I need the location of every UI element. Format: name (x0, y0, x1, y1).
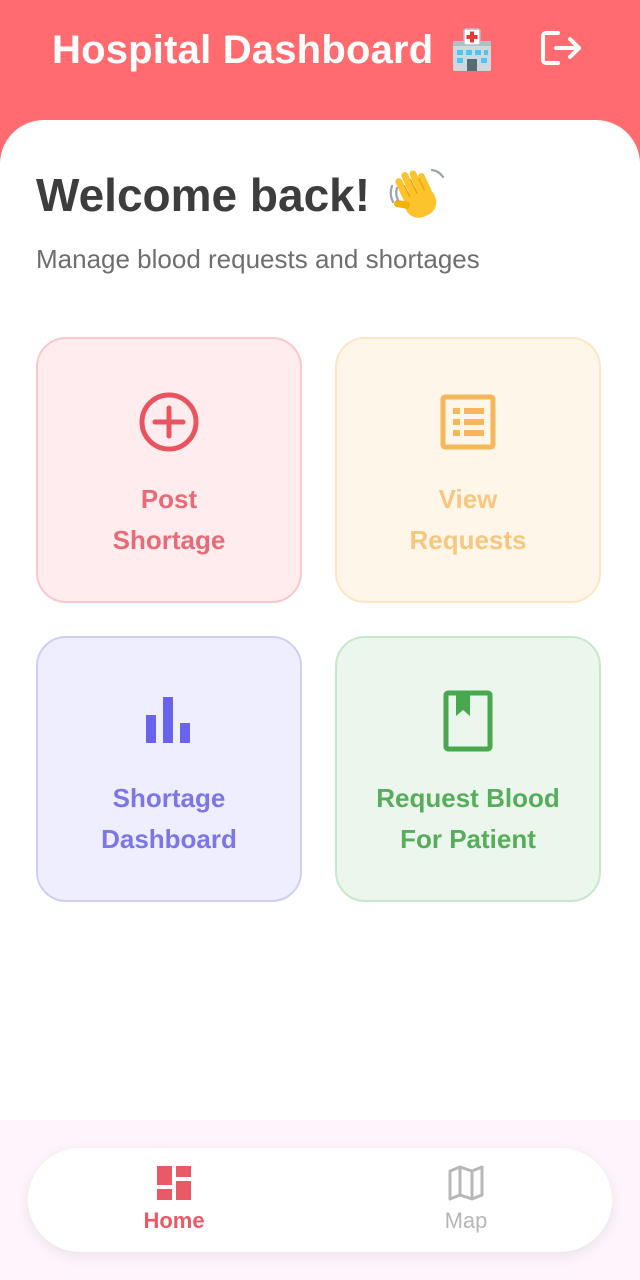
welcome-subtitle: Manage blood requests and shortages (36, 244, 480, 274)
card-label-line: View (438, 484, 498, 514)
add-circle-icon (38, 387, 300, 457)
main-content: Welcome back! Manage blood requests and … (0, 120, 640, 1280)
map-icon (386, 1164, 546, 1202)
shortage-dashboard-label: Shortage Dashboard (38, 778, 300, 860)
card-label-line: For Patient (400, 824, 536, 854)
bottom-nav-bar: Home Map (28, 1148, 612, 1252)
app-bar: Hospital Dashboard (0, 0, 640, 140)
nav-label-map: Map (444, 1208, 488, 1233)
waving-hand-icon (386, 164, 448, 226)
card-label-line: Dashboard (101, 824, 237, 854)
view-requests-label: View Requests (337, 479, 599, 561)
list-alt-icon (337, 387, 599, 457)
card-label-line: Shortage (112, 783, 226, 813)
view-requests-card[interactable]: View Requests (335, 337, 601, 603)
dashboard-icon (94, 1164, 254, 1202)
bar-chart-icon (38, 686, 300, 756)
nav-item-home[interactable]: Home (94, 1148, 254, 1252)
card-label-line: Post (140, 484, 198, 514)
post-shortage-card[interactable]: Post Shortage (36, 337, 302, 603)
shortage-dashboard-card[interactable]: Shortage Dashboard (36, 636, 302, 902)
logout-icon (540, 28, 584, 73)
card-label-line: Requests (409, 525, 527, 555)
app-bar-title: Hospital Dashboard (52, 22, 497, 78)
nav-label-home: Home (143, 1208, 205, 1233)
welcome-heading: Welcome back! (36, 162, 448, 228)
logout-button[interactable] (536, 26, 588, 74)
app-title-text: Hospital Dashboard (52, 27, 434, 72)
request-blood-card[interactable]: Request Blood For Patient (335, 636, 601, 902)
post-shortage-label: Post Shortage (38, 479, 300, 561)
hospital-icon (447, 25, 497, 75)
card-label-line: Shortage (112, 525, 226, 555)
request-blood-label: Request Blood For Patient (337, 778, 599, 860)
nav-item-map[interactable]: Map (386, 1148, 546, 1252)
card-label-line: Request Blood (376, 783, 560, 813)
book-icon (337, 686, 599, 756)
welcome-title: Welcome back! (36, 169, 371, 221)
